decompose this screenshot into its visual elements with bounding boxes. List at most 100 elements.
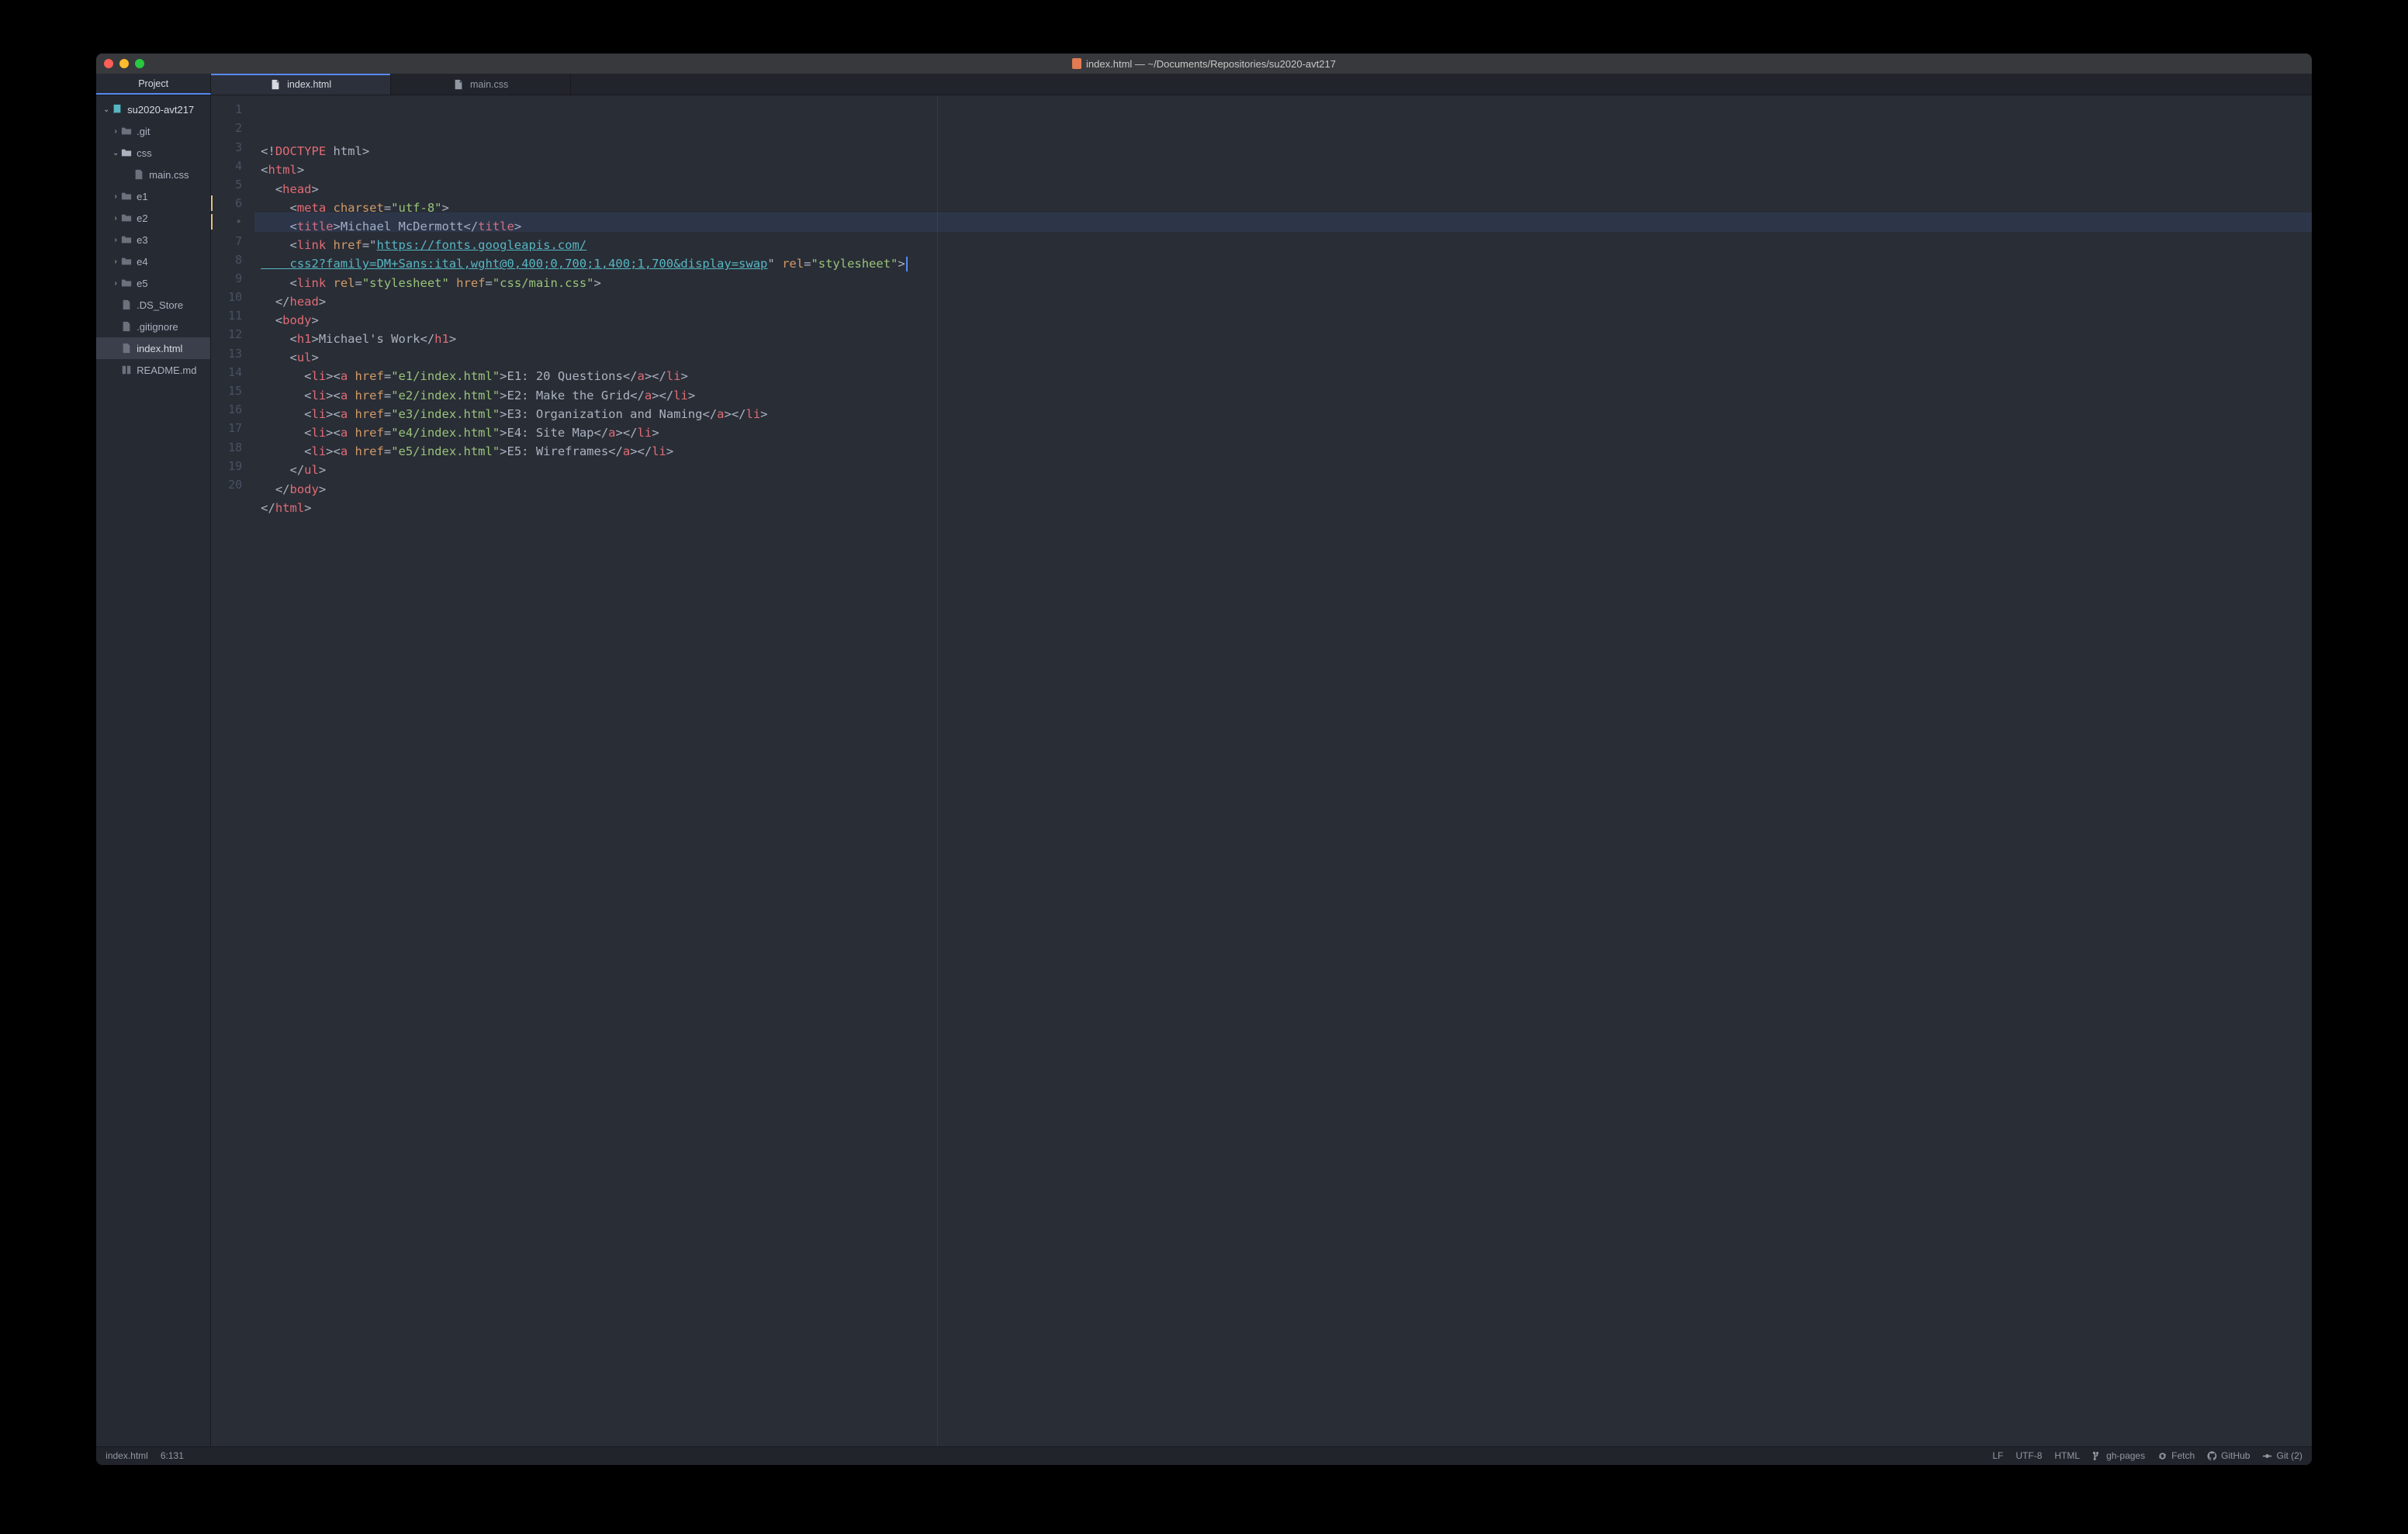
editor-tab-main-css[interactable]: main.css: [391, 74, 571, 95]
github-icon: [2207, 1451, 2217, 1461]
tree-item-label: css: [137, 147, 152, 159]
line-number[interactable]: 1: [211, 100, 254, 119]
line-number[interactable]: 5: [211, 175, 254, 194]
code-line[interactable]: <link href="https://fonts.googleapis.com…: [261, 236, 2312, 254]
tree-item-e1[interactable]: › e1: [96, 185, 210, 207]
tree-item-e2[interactable]: ›e2: [96, 207, 210, 229]
chevron-right-icon: ›: [110, 279, 121, 288]
tree-item-label: e5: [137, 278, 147, 289]
editor-tab-index-html[interactable]: index.html: [211, 74, 391, 95]
code-line[interactable]: <!DOCTYPE html>: [261, 142, 2312, 161]
tree-item-e4[interactable]: ›e4: [96, 250, 210, 272]
line-number[interactable]: 4: [211, 157, 254, 175]
status-cursor-position[interactable]: 6:131: [161, 1450, 184, 1461]
status-fetch[interactable]: Fetch: [2157, 1450, 2195, 1461]
code-line[interactable]: </body>: [261, 480, 2312, 499]
project-tree[interactable]: ⌄su2020-avt217›.git⌄cssmain.css›e1›e2›e3…: [96, 95, 211, 1446]
code-editor[interactable]: 123456•7891011121314151617181920 <!DOCTY…: [211, 95, 2312, 1446]
status-file[interactable]: index.html: [106, 1450, 148, 1461]
code-line[interactable]: <li><a href="e5/index.html">E5: Wirefram…: [261, 442, 2312, 461]
tree-item--gitignore[interactable]: .gitignore: [96, 316, 210, 337]
editor-window: index.html — ~/Documents/Repositories/su…: [96, 54, 2312, 1465]
window-titlebar[interactable]: index.html — ~/Documents/Repositories/su…: [96, 54, 2312, 74]
tree-item-label: README.md: [137, 364, 196, 376]
tree-item-e5[interactable]: › e5: [96, 272, 210, 294]
tree-item-README-md[interactable]: README.md: [96, 359, 210, 381]
status-bar: index.html 6:131 LF UTF-8 HTML gh-pages …: [96, 1446, 2312, 1465]
tree-root[interactable]: ⌄su2020-avt217: [96, 98, 210, 120]
tree-item-e3[interactable]: ›e3: [96, 229, 210, 250]
chevron-down-icon: ⌄: [110, 149, 121, 157]
code-line[interactable]: <li><a href="e1/index.html">E1: 20 Quest…: [261, 367, 2312, 385]
code-line[interactable]: <li><a href="e2/index.html">E2: Make the…: [261, 386, 2312, 405]
window-title-text: index.html — ~/Documents/Repositories/su…: [1086, 58, 1336, 70]
status-git-branch-label: gh-pages: [2106, 1450, 2145, 1461]
code-area[interactable]: <!DOCTYPE html><html> <head> <meta chars…: [254, 95, 2312, 1446]
code-line[interactable]: <li><a href="e3/index.html">E3: Organiza…: [261, 405, 2312, 423]
tree-item--DS_Store[interactable]: .DS_Store: [96, 294, 210, 316]
code-line[interactable]: css2?family=DM+Sans:ital,wght@0,400;0,70…: [261, 254, 2312, 273]
folder-icon: [121, 126, 132, 136]
chevron-right-icon: ›: [110, 192, 121, 201]
line-number[interactable]: 12: [211, 325, 254, 344]
tree-item-label: e1: [137, 191, 147, 202]
line-number[interactable]: 17: [211, 419, 254, 437]
line-number[interactable]: 15: [211, 382, 254, 400]
code-line[interactable]: <head>: [261, 180, 2312, 199]
line-number[interactable]: 3: [211, 138, 254, 157]
tree-item-label: main.css: [149, 169, 189, 181]
tree-item-label: .DS_Store: [137, 299, 183, 311]
code-line[interactable]: </ul>: [261, 461, 2312, 479]
file-icon: [133, 169, 144, 180]
tree-item-label: .git: [137, 126, 150, 137]
line-number[interactable]: 7: [211, 232, 254, 250]
code-line[interactable]: [261, 517, 2312, 536]
git-branch-icon: [2092, 1451, 2102, 1461]
line-number[interactable]: 11: [211, 306, 254, 325]
line-number[interactable]: 14: [211, 363, 254, 382]
status-github[interactable]: GitHub: [2207, 1450, 2250, 1461]
code-line[interactable]: <body>: [261, 311, 2312, 330]
tree-item--git[interactable]: ›.git: [96, 120, 210, 142]
line-number[interactable]: 16: [211, 400, 254, 419]
line-number[interactable]: 10: [211, 288, 254, 306]
editor-tab-label: main.css: [470, 79, 508, 90]
line-number[interactable]: •: [211, 212, 254, 231]
code-line[interactable]: </head>: [261, 292, 2312, 311]
line-number[interactable]: 13: [211, 344, 254, 363]
top-row: Project index.html main.css: [96, 74, 2312, 95]
folder-icon: [121, 147, 132, 158]
code-line[interactable]: <h1>Michael's Work</h1>: [261, 330, 2312, 348]
tree-item-index-html[interactable]: index.html: [96, 337, 210, 359]
code-line[interactable]: <li><a href="e4/index.html">E4: Site Map…: [261, 423, 2312, 442]
tree-item-main-css[interactable]: main.css: [96, 164, 210, 185]
line-number[interactable]: 9: [211, 269, 254, 288]
chevron-right-icon: ›: [110, 214, 121, 223]
file-icon: [121, 343, 132, 354]
code-line[interactable]: <link rel="stylesheet" href="css/main.cs…: [261, 274, 2312, 292]
line-number[interactable]: 18: [211, 438, 254, 457]
status-line-ending[interactable]: LF: [1992, 1450, 2003, 1461]
line-number-gutter[interactable]: 123456•7891011121314151617181920: [211, 95, 254, 1446]
line-number[interactable]: 6: [211, 194, 254, 212]
editor-tab-label: index.html: [287, 79, 331, 90]
wrap-guide: [937, 95, 938, 1446]
status-encoding[interactable]: UTF-8: [2015, 1450, 2042, 1461]
line-number[interactable]: 20: [211, 475, 254, 494]
line-number[interactable]: 2: [211, 119, 254, 137]
status-language[interactable]: HTML: [2054, 1450, 2080, 1461]
status-git[interactable]: Git (2): [2262, 1450, 2302, 1461]
file-icon: [121, 299, 132, 310]
line-number[interactable]: 8: [211, 250, 254, 269]
project-panel-tab[interactable]: Project: [96, 74, 211, 95]
code-line[interactable]: <ul>: [261, 348, 2312, 367]
chevron-right-icon: ›: [110, 236, 121, 244]
sync-icon: [2157, 1451, 2168, 1461]
folder-icon: [121, 256, 132, 267]
status-git-branch[interactable]: gh-pages: [2092, 1450, 2145, 1461]
line-number[interactable]: 19: [211, 457, 254, 475]
code-line[interactable]: <html>: [261, 161, 2312, 179]
code-line[interactable]: </html>: [261, 499, 2312, 517]
tree-item-css[interactable]: ⌄ css: [96, 142, 210, 164]
tree-item-label: e4: [137, 256, 147, 268]
